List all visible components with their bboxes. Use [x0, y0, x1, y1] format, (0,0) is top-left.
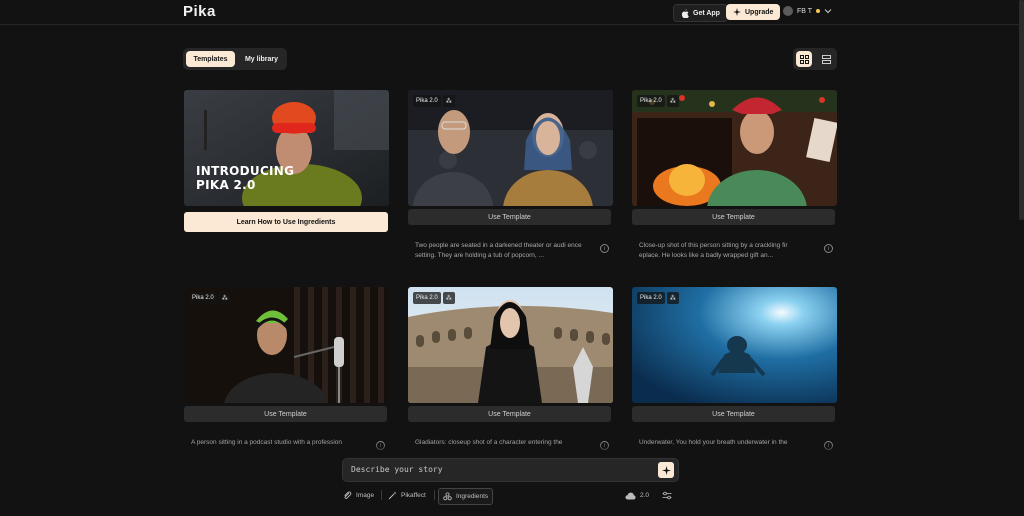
image-button[interactable]: Image	[343, 488, 374, 503]
model-badge: Pika 2.0	[413, 292, 441, 304]
use-template-button[interactable]: Use Template	[184, 406, 387, 422]
sparkle-icon	[733, 8, 741, 16]
pikaffect-label: Pikaffect	[401, 492, 426, 499]
status-dot	[816, 9, 821, 13]
featured-title-line1: INTRODUCING	[196, 164, 295, 178]
avatar	[783, 6, 793, 16]
list-icon	[821, 54, 831, 64]
user-name: FB T	[797, 7, 813, 15]
template-thumbnail[interactable]: Pika 2.0 ⁂	[632, 90, 837, 206]
model-version: 2.0	[640, 492, 650, 499]
use-template-button[interactable]: Use Template	[408, 209, 611, 225]
grid-icon	[799, 54, 809, 64]
toolbar-divider	[434, 490, 435, 500]
ingredients-badge-icon: ⁂	[666, 292, 679, 304]
learn-ingredients-button[interactable]: Learn How to Use Ingredients	[184, 212, 388, 232]
ingredients-label: Ingredients	[456, 493, 489, 500]
template-description: Two people are seated in a darkened thea…	[415, 242, 582, 259]
upgrade-label: Upgrade	[745, 8, 774, 16]
use-template-button[interactable]: Use Template	[632, 209, 835, 225]
list-view-button[interactable]	[818, 51, 834, 67]
get-app-label: Get App	[693, 9, 720, 17]
pikaffect-button[interactable]: Pikaffect	[388, 488, 426, 503]
view-toggle	[793, 48, 837, 70]
chevron-down-icon	[824, 9, 832, 14]
paperclip-icon	[344, 491, 352, 499]
library-tabs: Templates My library	[183, 48, 287, 70]
ingredients-button[interactable]: Ingredients	[438, 488, 494, 505]
cloud-icon	[625, 492, 636, 499]
image-label: Image	[356, 492, 375, 499]
template-image	[632, 90, 837, 206]
top-bar: Pika Get App Upgrade FB T	[0, 0, 1024, 25]
pika-logo[interactable]: Pika	[183, 3, 216, 20]
featured-title-line2: PIKA 2.0	[196, 178, 256, 192]
apple-icon	[681, 8, 689, 18]
grid-view-button[interactable]	[796, 51, 812, 67]
use-template-button[interactable]: Use Template	[632, 406, 835, 422]
toolbar-divider	[381, 490, 382, 500]
ingredients-badge-icon: ⁂	[666, 95, 679, 107]
info-icon[interactable]: i	[824, 244, 833, 253]
user-menu[interactable]: FB T	[783, 6, 832, 16]
prompt-input[interactable]	[351, 465, 641, 474]
model-badge: Pika 2.0	[637, 95, 665, 107]
template-image	[184, 287, 389, 403]
template-image	[408, 287, 613, 403]
model-badge: Pika 2.0	[637, 292, 665, 304]
prompt-box	[342, 458, 679, 482]
ingredients-badge-icon: ⁂	[442, 292, 455, 304]
get-app-button[interactable]: Get App	[673, 4, 728, 22]
template-image	[408, 90, 613, 206]
tab-templates[interactable]: Templates	[186, 51, 235, 67]
featured-thumbnail[interactable]: INTRODUCING PIKA 2.0	[184, 90, 389, 206]
sparkle-icon	[661, 465, 671, 475]
use-template-button[interactable]: Use Template	[408, 406, 611, 422]
ingredients-badge-icon: ⁂	[218, 292, 231, 304]
template-description: Close-up shot of this person sitting by …	[639, 242, 788, 259]
model-selector[interactable]: 2.0	[625, 488, 649, 503]
magic-wand-icon	[388, 491, 397, 500]
sliders-icon	[662, 491, 672, 500]
template-image	[632, 287, 837, 403]
page-scrollbar[interactable]	[1019, 0, 1024, 220]
model-badge: Pika 2.0	[189, 292, 217, 304]
ingredients-badge-icon: ⁂	[442, 95, 455, 107]
template-thumbnail[interactable]: Pika 2.0 ⁂	[632, 287, 837, 403]
ingredients-icon	[443, 492, 452, 501]
template-thumbnail[interactable]: Pika 2.0 ⁂	[408, 287, 613, 403]
generate-button[interactable]	[658, 462, 674, 478]
model-badge: Pika 2.0	[413, 95, 441, 107]
info-icon[interactable]: i	[600, 244, 609, 253]
tab-my-library[interactable]: My library	[239, 51, 284, 67]
template-thumbnail[interactable]: Pika 2.0 ⁂	[408, 90, 613, 206]
template-thumbnail[interactable]: Pika 2.0 ⁂	[184, 287, 389, 403]
settings-button[interactable]	[662, 488, 672, 503]
upgrade-button[interactable]: Upgrade	[726, 4, 781, 20]
